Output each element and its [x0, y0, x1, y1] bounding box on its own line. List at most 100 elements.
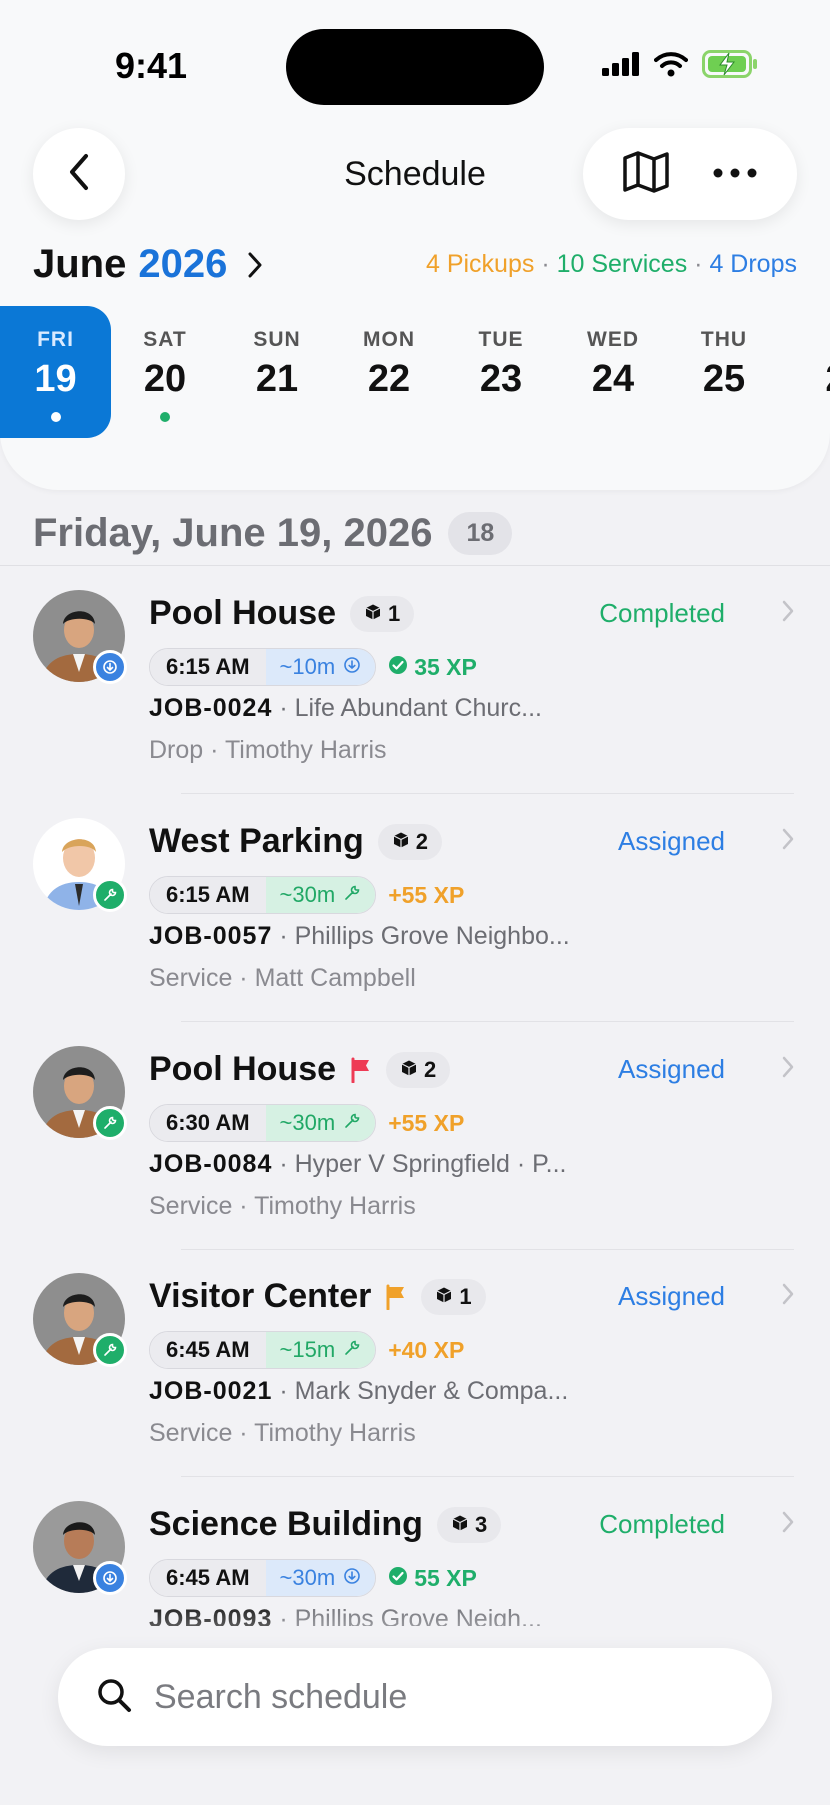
day-thu[interactable]: THU 25 — [668, 306, 780, 438]
nav-bar: Schedule — [0, 128, 830, 220]
duration: ~30m — [265, 1560, 376, 1596]
duration-value: ~15m — [279, 1337, 336, 1362]
chevron-right-icon — [782, 1283, 794, 1310]
dynamic-island — [286, 29, 544, 105]
job-row[interactable]: Pool House 1 Completed 6:15 AM ~10m 35 XP JOB-… — [0, 566, 830, 794]
xp-reward: +55 XP — [388, 882, 464, 909]
day-of-week: FRI — [37, 328, 74, 351]
quantity-badge: 2 — [377, 823, 443, 860]
status-label: Assigned — [618, 1281, 725, 1311]
service-badge-icon — [93, 1106, 127, 1140]
status-label: Completed — [599, 1509, 725, 1539]
cube-icon — [451, 1512, 469, 1538]
job-title: Pool House — [149, 594, 337, 632]
job-row[interactable]: Visitor Center 1 Assigned 6:45 AM ~15m +40 XP… — [0, 1249, 830, 1477]
day-of-week: MON — [363, 328, 415, 351]
status-time: 9:41 — [115, 45, 188, 86]
search-input[interactable] — [154, 1677, 714, 1717]
job-title-row: Visitor Center 1 — [149, 1277, 486, 1316]
check-circle-icon — [388, 1565, 408, 1592]
time-row: 6:15 AM ~10m 35 XP — [149, 648, 477, 686]
status-label: Assigned — [618, 826, 725, 856]
more-button[interactable] — [695, 134, 775, 214]
avatar — [33, 590, 127, 684]
back-button[interactable] — [33, 128, 125, 220]
xp-value: +55 XP — [388, 1109, 465, 1136]
quantity: 1 — [388, 600, 401, 626]
month-name: June — [33, 242, 127, 286]
duration: ~15m — [265, 1332, 376, 1368]
duration-value: ~30m — [279, 882, 336, 907]
avatar — [33, 1501, 127, 1595]
job-list: Pool House 1 Completed 6:15 AM ~10m 35 XP JOB-… — [0, 566, 830, 1626]
service-badge-icon — [93, 878, 127, 912]
month-row: June 2026 4 Pickups · 10 Services · 4 Dr… — [33, 240, 797, 290]
day-number: 23 — [479, 358, 523, 400]
job-id: JOB-0057 — [149, 922, 273, 950]
chevron-right-icon — [782, 1511, 794, 1538]
search-bar[interactable] — [58, 1648, 772, 1746]
avatar — [33, 1273, 127, 1367]
job-reference: JOB-0024 · Life Abundant Churc... — [149, 694, 542, 723]
cellular-signal-icon — [602, 52, 640, 81]
day-indicator-dot — [50, 412, 61, 422]
day-wed[interactable]: WED 24 — [557, 306, 669, 438]
day-number: 25 — [702, 358, 746, 400]
day-fri[interactable]: FRI 19 — [0, 306, 111, 438]
check-circle-icon — [388, 654, 408, 681]
map-button[interactable] — [606, 134, 686, 214]
day-of-week: THU — [700, 328, 748, 351]
chevron-right-icon — [782, 600, 794, 627]
chevron-left-icon — [66, 152, 92, 197]
day-sun[interactable]: SUN 21 — [221, 306, 333, 438]
job-row[interactable]: Pool House 2 Assigned 6:30 AM ~30m +55 XP JOB-… — [0, 1022, 830, 1250]
job-location: · Mark Snyder & Compa... — [279, 1377, 569, 1405]
month-selector[interactable]: June 2026 — [33, 242, 263, 287]
schedule-summary: 4 Pickups · 10 Services · 4 Drops — [426, 250, 797, 279]
day-of-week: WED — [587, 328, 639, 351]
job-row[interactable]: West Parking 2 Assigned 6:15 AM ~30m +55 XP JO… — [0, 794, 830, 1022]
section-title: Friday, June 19, 2026 — [33, 510, 433, 555]
job-location: · Phillips Grove Neighbo... — [279, 922, 570, 950]
day-f[interactable]: F2 — [780, 306, 830, 438]
xp-value: 55 XP — [414, 1564, 477, 1591]
job-reference: JOB-0021 · Mark Snyder & Compa... — [149, 1377, 568, 1406]
job-meta: Service · Timothy Harris — [149, 1419, 416, 1447]
day-strip: FRI19 SAT 20 SUN21MON22TUE23 WED 24 THU 25 F2 — [0, 306, 830, 438]
day-number: 24 — [591, 358, 635, 400]
job-id: JOB-0021 — [149, 1377, 273, 1405]
quantity-badge: 3 — [436, 1506, 502, 1543]
xp-reward: 35 XP — [388, 654, 477, 681]
job-meta: Drop · Timothy Harris — [149, 736, 387, 764]
day-of-week: SAT — [143, 328, 187, 351]
summary-pickups: 4 Pickups — [425, 250, 535, 278]
job-id: JOB-0024 — [149, 694, 273, 722]
xp-value: +55 XP — [388, 881, 465, 908]
status-label: Completed — [599, 598, 725, 628]
day-tue[interactable]: TUE 23 — [445, 306, 557, 438]
day-number: 2 — [780, 358, 830, 401]
job-title-row: Pool House 1 — [149, 594, 415, 633]
day-mon[interactable]: MON 22 — [333, 306, 445, 438]
job-meta: Service · Timothy Harris — [149, 1192, 416, 1220]
job-id: JOB-0084 — [149, 1150, 273, 1178]
day-sat[interactable]: SAT 20 — [109, 306, 221, 438]
quantity-badge: 1 — [421, 1278, 486, 1315]
month-year: 2026 — [138, 242, 228, 286]
wifi-icon — [654, 51, 688, 82]
drop-badge-icon — [93, 1561, 127, 1595]
quantity: 2 — [424, 1056, 437, 1082]
avatar — [33, 1046, 127, 1140]
drop-icon — [343, 1565, 361, 1591]
avatar — [33, 818, 127, 912]
duration: ~30m — [265, 1105, 376, 1141]
chevron-right-icon — [782, 828, 794, 855]
xp-reward: +40 XP — [388, 1337, 464, 1364]
job-title: Science Building — [149, 1505, 423, 1543]
day-number: 20 — [143, 358, 187, 400]
time-row: 6:45 AM ~30m 55 XP — [149, 1559, 477, 1597]
start-time: 6:15 AM — [150, 649, 266, 685]
duration-value: ~30m — [279, 1110, 336, 1135]
time-pill: 6:45 AM ~15m — [149, 1331, 377, 1369]
summary-services: 10 Services — [556, 250, 688, 278]
